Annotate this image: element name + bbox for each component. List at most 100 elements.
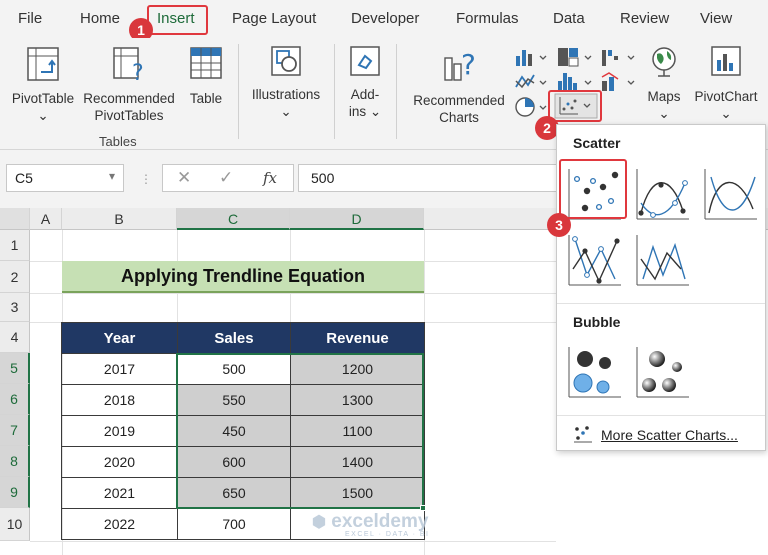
table-row: 2018 550 1300 bbox=[61, 384, 425, 416]
recommended-pivottables-label-2: PivotTables bbox=[94, 108, 164, 123]
pivottable-button[interactable]: PivotTable ⌄ bbox=[8, 46, 78, 124]
svg-text:?: ? bbox=[461, 48, 476, 81]
chevron-down-icon: ⌄ bbox=[37, 108, 49, 123]
insert-function-icon[interactable]: fx bbox=[263, 169, 277, 187]
more-scatter-charts-link[interactable]: More Scatter Charts... bbox=[601, 427, 738, 443]
tab-developer[interactable]: Developer bbox=[351, 10, 419, 27]
table-button[interactable]: Table bbox=[182, 46, 230, 107]
revenue-cell[interactable]: 1300 bbox=[290, 384, 425, 416]
dropdown-divider bbox=[557, 303, 765, 304]
maps-label: Maps bbox=[647, 89, 681, 104]
tab-data[interactable]: Data bbox=[553, 10, 585, 27]
addins-label-2: ins ⌄ bbox=[348, 104, 382, 119]
chevron-down-icon: ⌄ bbox=[720, 106, 732, 121]
pivottable-icon bbox=[27, 47, 59, 81]
row-header-9[interactable]: 9 bbox=[0, 477, 30, 508]
name-box[interactable]: C5 ▾ bbox=[6, 164, 124, 192]
formula-input[interactable]: 500 bbox=[298, 164, 558, 192]
scatter-smooth-lines-markers-icon[interactable] bbox=[631, 163, 693, 225]
pivotchart-label: PivotChart bbox=[694, 89, 758, 104]
chevron-down-icon[interactable]: ▾ bbox=[109, 169, 115, 183]
scatter-smooth-lines-icon[interactable] bbox=[699, 163, 761, 225]
tab-page-layout[interactable]: Page Layout bbox=[232, 10, 316, 27]
row-header-7[interactable]: 7 bbox=[0, 415, 30, 446]
tables-group-label: Tables bbox=[99, 134, 137, 149]
tab-home[interactable]: Home bbox=[80, 10, 120, 27]
addins-button[interactable]: Add- ins ⌄ bbox=[340, 44, 390, 120]
row-header-8[interactable]: 8 bbox=[0, 446, 30, 477]
pivotchart-icon bbox=[711, 46, 741, 76]
recommended-pivottables-icon: ? bbox=[113, 47, 144, 86]
revenue-cell[interactable]: 1100 bbox=[290, 415, 425, 447]
row-header-2[interactable]: 2 bbox=[0, 261, 30, 293]
globe-icon bbox=[652, 47, 676, 77]
tab-file[interactable]: File bbox=[18, 10, 42, 27]
hierarchy-chart-icon[interactable] bbox=[556, 46, 596, 68]
group-divider bbox=[334, 44, 335, 139]
header-year[interactable]: Year bbox=[61, 322, 178, 354]
column-header-b[interactable]: B bbox=[62, 208, 177, 230]
tab-view[interactable]: View bbox=[700, 10, 732, 27]
sales-cell[interactable]: 700 bbox=[177, 508, 291, 540]
column-chart-icon[interactable] bbox=[514, 46, 550, 68]
combo-chart-icon[interactable] bbox=[600, 71, 640, 93]
waterfall-chart-icon[interactable] bbox=[600, 46, 640, 68]
watermark-tagline: EXCEL · DATA · BI bbox=[345, 531, 430, 538]
scatter-heading: Scatter bbox=[573, 135, 621, 151]
illustrations-button[interactable]: Illustrations ⌄ bbox=[246, 44, 326, 120]
header-sales[interactable]: Sales bbox=[177, 322, 291, 354]
recommended-pivottables-button[interactable]: ? Recommended PivotTables bbox=[80, 46, 178, 124]
year-cell[interactable]: 2021 bbox=[61, 477, 178, 509]
column-header-c[interactable]: C bbox=[177, 208, 290, 230]
year-cell[interactable]: 2019 bbox=[61, 415, 178, 447]
sales-cell[interactable]: 600 bbox=[177, 446, 291, 478]
row-header-6[interactable]: 6 bbox=[0, 384, 30, 415]
sales-cell[interactable]: 550 bbox=[177, 384, 291, 416]
pivottable-label: PivotTable bbox=[11, 91, 75, 106]
row-header-3[interactable]: 3 bbox=[0, 293, 30, 322]
pie-chart-icon[interactable] bbox=[514, 96, 550, 118]
year-cell[interactable]: 2022 bbox=[61, 508, 178, 540]
tab-review[interactable]: Review bbox=[620, 10, 669, 27]
scatter-straight-lines-icon[interactable] bbox=[631, 229, 693, 291]
row-header-4[interactable]: 4 bbox=[0, 322, 30, 353]
recommended-pivottables-label-1: Recommended bbox=[83, 91, 175, 106]
more-options-icon[interactable]: ⋮ bbox=[140, 172, 152, 186]
scatter-chart-dropdown: Scatter 3 Bubble More Scatter Charts... bbox=[547, 124, 766, 451]
illustrations-icon bbox=[271, 46, 301, 76]
maps-button[interactable]: Maps ⌄ bbox=[642, 44, 686, 122]
pivotchart-button[interactable]: PivotChart ⌄ bbox=[690, 44, 762, 122]
row-header-1[interactable]: 1 bbox=[0, 230, 30, 261]
name-box-value: C5 bbox=[15, 170, 33, 186]
sales-cell[interactable]: 500 bbox=[177, 353, 291, 385]
dropdown-divider bbox=[557, 415, 765, 416]
sales-cell[interactable]: 450 bbox=[177, 415, 291, 447]
line-chart-icon[interactable] bbox=[514, 71, 550, 93]
column-header-d[interactable]: D bbox=[290, 208, 424, 230]
group-divider bbox=[238, 44, 239, 139]
scatter-straight-lines-markers-icon[interactable] bbox=[563, 229, 625, 291]
row-header-5[interactable]: 5 bbox=[0, 353, 30, 384]
table-label: Table bbox=[189, 91, 223, 106]
recommended-charts-icon: ? bbox=[444, 48, 476, 81]
revenue-cell[interactable]: 1500 bbox=[290, 477, 425, 509]
select-all-corner[interactable] bbox=[0, 208, 30, 230]
recommended-charts-button[interactable]: ? Recommended Charts bbox=[408, 44, 510, 126]
row-header-10[interactable]: 10 bbox=[0, 508, 30, 541]
sheet-title[interactable]: Applying Trendline Equation bbox=[62, 261, 424, 293]
formula-buttons: ✕ ✓ fx bbox=[162, 164, 294, 192]
year-cell[interactable]: 2017 bbox=[61, 353, 178, 385]
column-header-a[interactable]: A bbox=[30, 208, 62, 230]
tab-formulas[interactable]: Formulas bbox=[456, 10, 519, 27]
check-icon[interactable]: ✓ bbox=[219, 168, 233, 188]
header-revenue[interactable]: Revenue bbox=[290, 322, 425, 354]
year-cell[interactable]: 2018 bbox=[61, 384, 178, 416]
cancel-icon[interactable]: ✕ bbox=[177, 168, 191, 188]
bubble-chart-icon[interactable] bbox=[563, 341, 625, 403]
bubble-3d-chart-icon[interactable] bbox=[631, 341, 693, 403]
revenue-cell[interactable]: 1400 bbox=[290, 446, 425, 478]
year-cell[interactable]: 2020 bbox=[61, 446, 178, 478]
ribbon-tab-bar: File Home Insert Page Layout Developer F… bbox=[0, 0, 768, 42]
sales-cell[interactable]: 650 bbox=[177, 477, 291, 509]
revenue-cell[interactable]: 1200 bbox=[290, 353, 425, 385]
